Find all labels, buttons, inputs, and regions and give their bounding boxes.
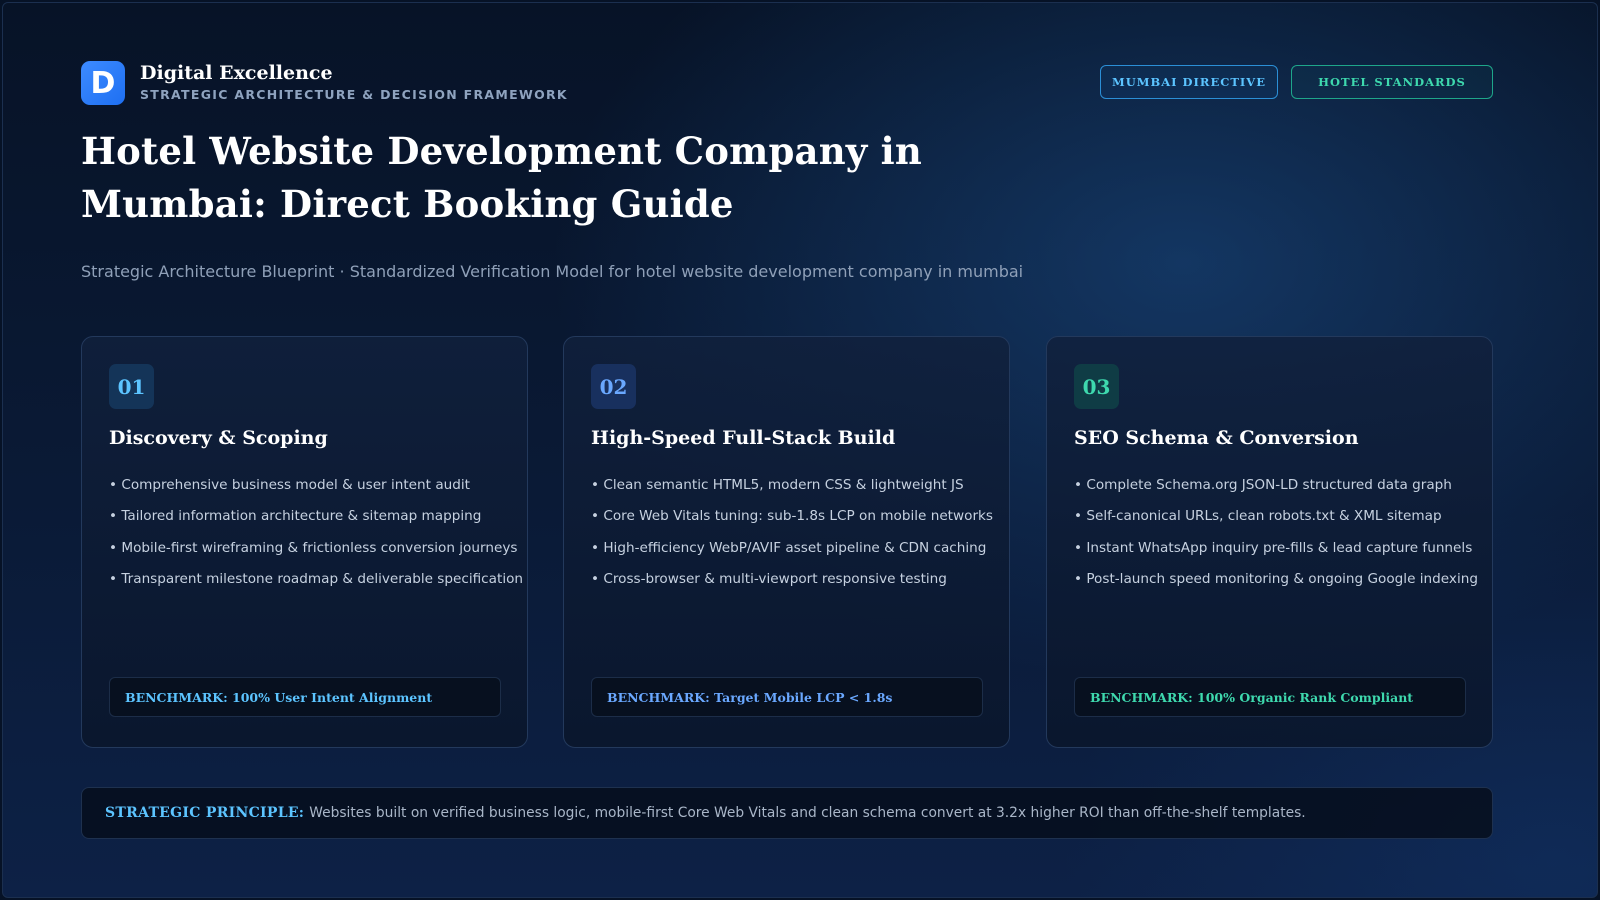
card-bullet: • High-efficiency WebP/AVIF asset pipeli… <box>591 539 987 556</box>
card-bullet: • Comprehensive business model & user in… <box>109 477 470 493</box>
card-bullet: • Core Web Vitals tuning: sub-1.8s LCP o… <box>591 508 993 525</box>
principle-label: STRATEGIC PRINCIPLE: <box>105 805 305 821</box>
card-number: 02 <box>591 364 636 409</box>
card-title: Discovery & Scoping <box>109 427 328 449</box>
slide-frame: D Digital Excellence STRATEGIC ARCHITECT… <box>2 2 1598 898</box>
brand-name: Digital Excellence <box>140 62 333 84</box>
brand-text: Digital Excellence STRATEGIC ARCHITECTUR… <box>140 62 568 104</box>
card-bullet: • Clean semantic HTML5, modern CSS & lig… <box>591 477 964 493</box>
card-number: 03 <box>1074 364 1119 409</box>
card-bullet: • Complete Schema.org JSON-LD structured… <box>1074 477 1452 493</box>
card-title: High-Speed Full-Stack Build <box>591 427 896 449</box>
card-discovery: 01 Discovery & Scoping • Comprehensive b… <box>81 336 528 748</box>
card-bullet: • Post-launch speed monitoring & ongoing… <box>1074 571 1478 588</box>
page-title: Hotel Website Development Company in Mum… <box>81 129 922 226</box>
card-bullet: • Self-canonical URLs, clean robots.txt … <box>1074 508 1442 525</box>
card-bullet: • Mobile-first wireframing & frictionles… <box>109 539 518 556</box>
card-bullet: • Transparent milestone roadmap & delive… <box>109 571 524 588</box>
card-number: 01 <box>109 364 154 409</box>
card-bullet-list: • Clean semantic HTML5, modern CSS & lig… <box>591 470 993 596</box>
strategic-principle-banner: STRATEGIC PRINCIPLE: Websites built on v… <box>81 787 1493 839</box>
principle-text: Websites built on verified business logi… <box>309 805 1306 821</box>
benchmark-badge: BENCHMARK: 100% User Intent Alignment <box>109 677 501 717</box>
brand-tagline: STRATEGIC ARCHITECTURE & DECISION FRAMEW… <box>140 87 568 102</box>
badge-hotel-standards[interactable]: HOTEL STANDARDS <box>1291 65 1493 99</box>
benchmark-badge: BENCHMARK: Target Mobile LCP < 1.8s <box>591 677 983 717</box>
card-bullet-list: • Complete Schema.org JSON-LD structured… <box>1074 470 1478 596</box>
card-bullet-list: • Comprehensive business model & user in… <box>109 470 523 596</box>
card-bullet: • Cross-browser & multi-viewport respons… <box>591 571 947 588</box>
benchmark-badge: BENCHMARK: 100% Organic Rank Compliant <box>1074 677 1466 717</box>
card-bullet: • Tailored information architecture & si… <box>109 508 482 525</box>
brand-logo: D <box>81 61 125 105</box>
card-build: 02 High-Speed Full-Stack Build • Clean s… <box>563 336 1010 748</box>
card-seo: 03 SEO Schema & Conversion • Complete Sc… <box>1046 336 1493 748</box>
card-title: SEO Schema & Conversion <box>1074 427 1359 449</box>
card-bullet: • Instant WhatsApp inquiry pre-fills & l… <box>1074 539 1473 556</box>
badge-mumbai-directive[interactable]: MUMBAI DIRECTIVE <box>1100 65 1278 99</box>
page-subtitle: Strategic Architecture Blueprint · Stand… <box>81 262 1024 281</box>
brand-header: D Digital Excellence STRATEGIC ARCHITECT… <box>81 61 568 105</box>
